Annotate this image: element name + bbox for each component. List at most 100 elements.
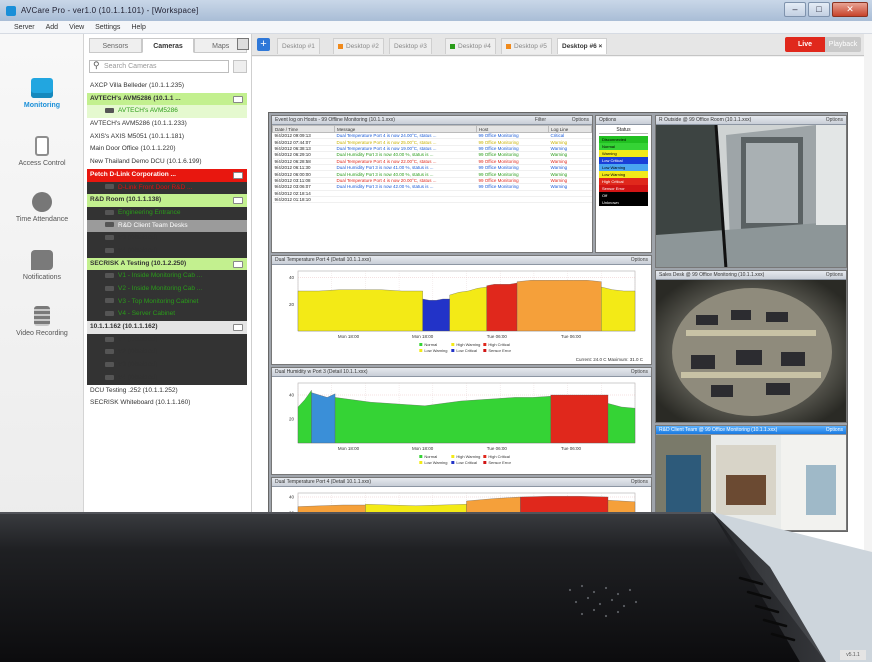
chart-options-button[interactable]: Options — [631, 478, 648, 486]
tree-item[interactable]: D-Link Front Door R&D ... — [87, 181, 247, 195]
col-datetime[interactable]: Date / Time — [272, 125, 335, 133]
clock-icon — [32, 192, 52, 212]
minimize-button[interactable]: – — [784, 2, 806, 17]
tree-item[interactable]: Engineering Entrance — [87, 206, 247, 220]
legend-label: Low Critical — [456, 460, 477, 465]
nav-time-attendance[interactable]: Time Attendance — [0, 192, 84, 223]
grid-view-icon[interactable] — [233, 324, 243, 332]
legend-item: Normal — [599, 143, 648, 150]
tree-item[interactable]: AVTECH's AVM5286 (10.1.1.233) — [87, 118, 247, 131]
legend-options[interactable]: Options — [599, 117, 616, 123]
options-button[interactable]: Options — [572, 116, 589, 124]
close-button[interactable]: ✕ — [832, 2, 868, 17]
chart-options-button[interactable]: Options — [631, 368, 648, 376]
tree-item[interactable]: AVTECH's AVM5286 (10.1.1 ... — [87, 92, 247, 106]
legend-item: Sensor Error — [599, 185, 648, 192]
device-tree-panel: Sensors Cameras Maps Search Cameras AXCP… — [84, 34, 252, 662]
table-row[interactable]: 9/4/2012 01:18:10 — [272, 196, 592, 204]
camera-options-button[interactable]: Options — [826, 426, 843, 434]
area-segment — [607, 403, 636, 444]
tree-item[interactable]: V1 (Disabled) — [87, 333, 247, 347]
playback-button[interactable]: Playback — [825, 37, 861, 52]
tab-desktop-1[interactable]: Desktop #1 — [277, 38, 320, 54]
grid-view-icon[interactable] — [233, 260, 243, 268]
tree-item[interactable]: R&D Client Team Desks — [87, 219, 247, 233]
grid-view-icon[interactable] — [233, 197, 243, 205]
nav-label: Monitoring — [23, 102, 61, 109]
legend-swatch — [419, 349, 423, 352]
menu-view[interactable]: View — [69, 21, 84, 33]
tab-desktop-3[interactable]: Desktop #3 — [389, 38, 432, 54]
nav-notifications[interactable]: Notifications — [0, 250, 84, 281]
grid-view-icon[interactable] — [233, 171, 243, 179]
maximize-button[interactable]: □ — [808, 2, 830, 17]
camera-options-button[interactable]: Options — [826, 116, 843, 124]
tab-desktop-2[interactable]: Desktop #2 — [333, 38, 384, 54]
menu-settings[interactable]: Settings — [95, 21, 120, 33]
camera-options-button[interactable]: Options — [826, 271, 843, 279]
tree-item-label: V4 (Disabled) — [118, 246, 158, 254]
humidity-chart: 20 40 Mon 18:00 Mon 18:00 Tue 06:00 Tue 06:00… — [289, 382, 636, 465]
legend-item: Low Warning — [599, 164, 648, 171]
tree-item[interactable]: New Thailand Demo DCU (10.1.6.199) — [87, 156, 247, 169]
camera-feed-door[interactable] — [656, 124, 847, 268]
menu-server[interactable]: Server — [14, 21, 35, 33]
menu-add[interactable]: Add — [46, 21, 58, 33]
panel-close-icon[interactable] — [237, 38, 249, 50]
tree-item[interactable]: V3 (Disabled) — [87, 359, 247, 372]
chart-options-button[interactable]: Options — [631, 256, 648, 264]
tab-desktop-5[interactable]: Desktop #5 — [501, 38, 552, 54]
chat-icon — [31, 250, 53, 270]
legend-item: Warning — [599, 150, 648, 157]
chart-header: Dual Temperature Port 4 (Detail 10.1.1.x… — [272, 478, 651, 487]
tab-desktop-4[interactable]: Desktop #4 — [445, 38, 496, 54]
add-desktop-button[interactable]: + — [257, 38, 270, 51]
tree-item[interactable]: SECRISK A Testing (10.1.2.250) — [87, 257, 247, 271]
filter-icon[interactable] — [233, 60, 247, 73]
tree-item[interactable]: AVTECH's AVM5286 — [87, 105, 247, 119]
close-tab-icon[interactable]: × — [597, 43, 602, 50]
col-message[interactable]: Message — [334, 125, 477, 133]
tree-item[interactable]: V4 (Disabled) — [87, 371, 247, 385]
tab-desktop-6[interactable]: Desktop #6 × — [557, 38, 608, 54]
search-input[interactable]: Search Cameras — [89, 60, 229, 73]
x-tick-label: Mon 18:00 — [412, 446, 434, 451]
tree-item[interactable]: Main Door Office (10.1.1.220) — [87, 143, 247, 156]
grid-view-icon[interactable] — [233, 95, 243, 103]
camera-feed-office[interactable] — [656, 280, 847, 423]
col-logline[interactable]: Log Line — [548, 125, 592, 133]
legend-label: High Critical — [488, 454, 510, 459]
menu-help[interactable]: Help — [131, 21, 145, 33]
col-host[interactable]: Host — [476, 125, 549, 133]
legend-label: Low Critical — [456, 348, 477, 353]
tree-item[interactable]: R&D Room (10.1.1.138) — [87, 194, 247, 207]
tab-cameras[interactable]: Cameras — [141, 38, 195, 53]
nav-label: Notifications — [22, 274, 62, 281]
filter-button[interactable]: Filter — [535, 116, 546, 124]
camera-tree: AXCP Villa Belleder (10.1.1.235) AVTECH's… — [87, 80, 247, 410]
tree-item[interactable]: SECRISK Whiteboard (10.1.1.160) — [87, 397, 247, 410]
tree-item[interactable]: V4 - Server Cabinet — [87, 308, 247, 322]
tree-item[interactable]: DCU Testing .252 (10.1.1.252) — [87, 385, 247, 398]
tree-item[interactable]: Petch D-Link Corporation ... — [87, 168, 247, 182]
tree-item[interactable]: V1 - Inside Monitoring Cab ... — [87, 270, 247, 283]
tree-item[interactable]: V4 (Disabled) — [87, 244, 247, 258]
tree-item[interactable]: AXIS's AXIS M5051 (10.1.1.181) — [87, 131, 247, 144]
nav-access-control[interactable]: Access Control — [0, 136, 84, 167]
camera-feed-corridor[interactable] — [656, 435, 847, 531]
tree-item[interactable]: V3 - Top Monitoring Cabinet — [87, 295, 247, 309]
monitor-icon — [31, 78, 53, 98]
tab-sensors[interactable]: Sensors — [89, 38, 142, 53]
tree-item[interactable]: 10.1.1.162 (10.1.1.162) — [87, 321, 247, 334]
chart-header: Dual Temperature Port 4 (Detail 10.1.1.x… — [272, 256, 651, 265]
nav-monitoring[interactable]: Monitoring — [0, 78, 84, 109]
tree-item-label: V3 - Top Monitoring Cabinet — [118, 297, 199, 305]
nav-video-recording[interactable]: Video Recording — [0, 306, 84, 337]
tree-item-label: V3 (Disabled) — [118, 234, 158, 242]
tree-item[interactable]: V2 (Disabled) — [87, 346, 247, 360]
tree-item[interactable]: V3 (Disabled) — [87, 232, 247, 245]
legend-label: Normal — [424, 342, 437, 347]
tree-item[interactable]: AXCP Villa Belleder (10.1.1.235) — [87, 80, 247, 93]
live-button[interactable]: Live — [785, 37, 825, 52]
tree-item[interactable]: V2 - Inside Monitoring Cab ... — [87, 283, 247, 296]
